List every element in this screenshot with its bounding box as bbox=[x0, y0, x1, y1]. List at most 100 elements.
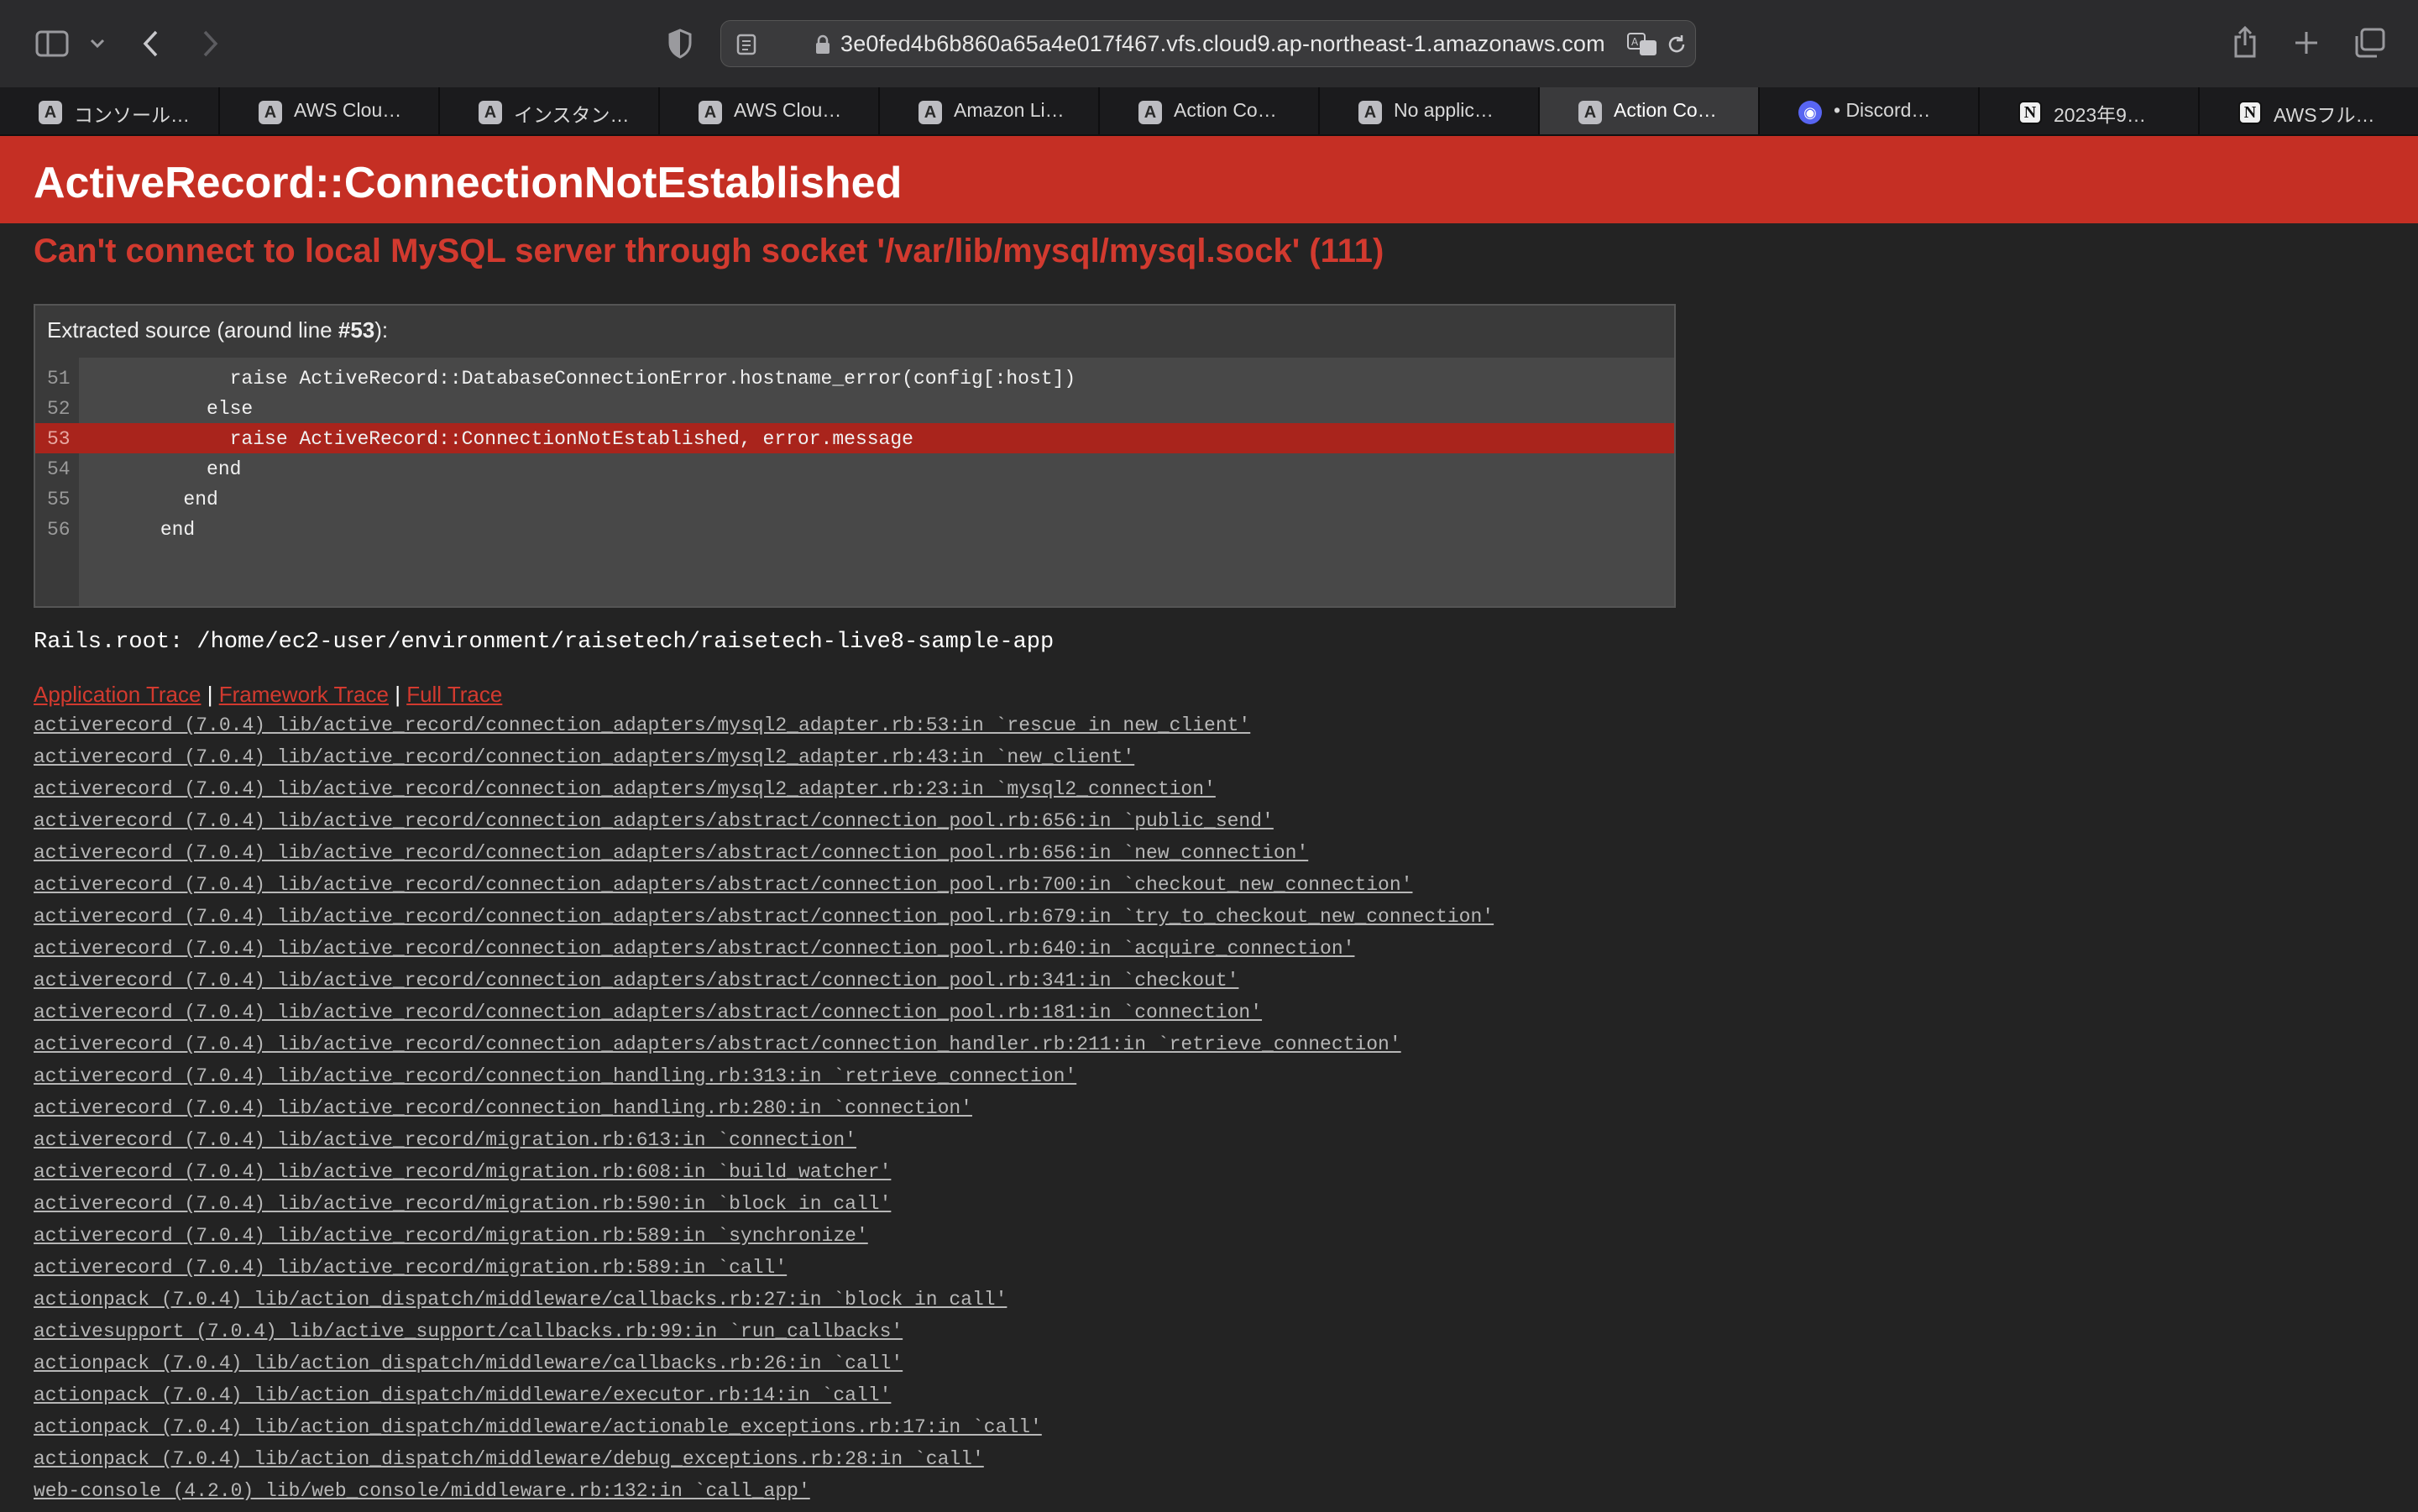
address-bar[interactable]: 3e0fed4b6b860a65a4e017f467.vfs.cloud9.ap… bbox=[720, 20, 1696, 67]
trace-link[interactable]: activerecord (7.0.4) lib/active_record/c… bbox=[34, 746, 1134, 768]
framework-trace-link[interactable]: Framework Trace bbox=[219, 682, 389, 707]
tab-label: インスタン… bbox=[514, 104, 630, 126]
tab-active[interactable]: A Action Co… bbox=[1540, 87, 1760, 134]
source-title-prefix: Extracted source (around line bbox=[47, 317, 338, 343]
trace-item: activerecord (7.0.4) lib/active_record/c… bbox=[34, 810, 1494, 842]
trace-links: Application Trace | Framework Trace | Fu… bbox=[34, 682, 502, 708]
notion-icon: N bbox=[2238, 101, 2262, 124]
source-line-number: #53 bbox=[338, 317, 375, 343]
trace-item: actionpack (7.0.4) lib/action_dispatch/m… bbox=[34, 1384, 1494, 1416]
tab[interactable]: A No applic… bbox=[1320, 87, 1540, 134]
sidebar-icon[interactable] bbox=[34, 29, 71, 59]
trace-link[interactable]: activerecord (7.0.4) lib/active_record/c… bbox=[34, 1097, 972, 1119]
application-trace-link[interactable]: Application Trace bbox=[34, 682, 201, 707]
tab[interactable]: A AWS Clou… bbox=[220, 87, 440, 134]
tab[interactable]: A Action Co… bbox=[1100, 87, 1320, 134]
trace-item: actionpack (7.0.4) lib/action_dispatch/m… bbox=[34, 1289, 1494, 1321]
trace-item: actionpack (7.0.4) lib/action_dispatch/m… bbox=[34, 1448, 1494, 1480]
tab-overview-icon[interactable] bbox=[2353, 27, 2386, 59]
trace-item: actionpack (7.0.4) lib/action_dispatch/m… bbox=[34, 1416, 1494, 1448]
tab-label: Amazon Li… bbox=[954, 99, 1065, 121]
tab-bar: A コンソール… A AWS Clou… A インスタン… A AWS Clou… AA… bbox=[0, 87, 2418, 136]
trace-list: activerecord (7.0.4) lib/active_record/c… bbox=[34, 714, 1494, 1512]
trace-link[interactable]: activerecord (7.0.4) lib/active_record/m… bbox=[34, 1129, 856, 1151]
tab[interactable]: A コンソール… bbox=[0, 87, 220, 134]
code-line: 51 raise ActiveRecord::DatabaseConnectio… bbox=[35, 363, 1674, 393]
trace-item: activerecord (7.0.4) lib/active_record/c… bbox=[34, 1097, 1494, 1129]
share-icon[interactable] bbox=[2230, 24, 2260, 60]
notion-icon: N bbox=[2018, 101, 2042, 124]
tab-label: AWS Clou… bbox=[294, 99, 402, 121]
trace-item: activerecord (7.0.4) lib/active_record/m… bbox=[34, 1193, 1494, 1225]
code-line: 54 end bbox=[35, 453, 1674, 484]
trace-item: activerecord (7.0.4) lib/active_record/c… bbox=[34, 906, 1494, 938]
aws-tab-icon: A bbox=[259, 101, 282, 124]
trace-link[interactable]: activerecord (7.0.4) lib/active_record/c… bbox=[34, 1002, 1262, 1023]
rails-root: Rails.root: /home/ec2-user/environment/r… bbox=[34, 630, 1055, 655]
aws-tab-icon: A bbox=[479, 101, 502, 124]
aws-tab-icon: A bbox=[39, 101, 62, 124]
browser-toolbar: 3e0fed4b6b860a65a4e017f467.vfs.cloud9.ap… bbox=[0, 0, 2418, 87]
trace-link[interactable]: activesupport (7.0.4) lib/active_support… bbox=[34, 1321, 903, 1342]
extracted-source: Extracted source (around line #53): 51 r… bbox=[34, 304, 1676, 608]
trace-link[interactable]: activerecord (7.0.4) lib/active_record/c… bbox=[34, 970, 1238, 991]
code-text: raise ActiveRecord::ConnectionNotEstabli… bbox=[91, 428, 913, 450]
trace-link[interactable]: activerecord (7.0.4) lib/active_record/c… bbox=[34, 714, 1250, 736]
tab[interactable]: ◉ • Discord… bbox=[1760, 87, 1980, 134]
reader-icon[interactable] bbox=[735, 33, 758, 56]
trace-link[interactable]: actionpack (7.0.4) lib/action_dispatch/m… bbox=[34, 1352, 903, 1374]
trace-link[interactable]: actionpack (7.0.4) lib/action_dispatch/m… bbox=[34, 1289, 1007, 1311]
trace-link[interactable]: activerecord (7.0.4) lib/active_record/m… bbox=[34, 1225, 868, 1247]
tab[interactable]: A インスタン… bbox=[440, 87, 660, 134]
trace-link[interactable]: actionpack (7.0.4) lib/action_dispatch/m… bbox=[34, 1384, 891, 1406]
chevron-down-icon[interactable] bbox=[87, 32, 107, 55]
tab[interactable]: N 2023年9… bbox=[1980, 87, 2200, 134]
trace-link[interactable]: activerecord (7.0.4) lib/active_record/c… bbox=[34, 874, 1412, 896]
trace-link[interactable]: activerecord (7.0.4) lib/active_record/c… bbox=[34, 1065, 1076, 1087]
trace-item: web-console (4.2.0) lib/web_console/midd… bbox=[34, 1480, 1494, 1512]
back-icon[interactable] bbox=[138, 27, 163, 60]
tab[interactable]: A Amazon Li… bbox=[880, 87, 1100, 134]
svg-text:A: A bbox=[1631, 36, 1639, 48]
trace-link[interactable]: web-console (4.2.0) lib/web_console/midd… bbox=[34, 1480, 810, 1502]
trace-item: activerecord (7.0.4) lib/active_record/m… bbox=[34, 1257, 1494, 1289]
url-text[interactable]: 3e0fed4b6b860a65a4e017f467.vfs.cloud9.ap… bbox=[840, 31, 1613, 57]
trace-link[interactable]: activerecord (7.0.4) lib/active_record/m… bbox=[34, 1193, 891, 1215]
full-trace-link[interactable]: Full Trace bbox=[406, 682, 502, 707]
trace-link[interactable]: actionpack (7.0.4) lib/action_dispatch/m… bbox=[34, 1448, 984, 1470]
aws-tab-icon: A bbox=[1138, 101, 1162, 124]
trace-item: activerecord (7.0.4) lib/active_record/m… bbox=[34, 1129, 1494, 1161]
code-line: 55 end bbox=[35, 484, 1674, 514]
tab[interactable]: A AWS Clou… bbox=[660, 87, 880, 134]
trace-item: activerecord (7.0.4) lib/active_record/c… bbox=[34, 714, 1494, 746]
privacy-shield-icon[interactable] bbox=[665, 27, 695, 60]
new-tab-icon[interactable] bbox=[2292, 29, 2321, 57]
trace-link[interactable]: activerecord (7.0.4) lib/active_record/c… bbox=[34, 842, 1308, 864]
lock-icon bbox=[814, 33, 832, 56]
trace-link[interactable]: activerecord (7.0.4) lib/active_record/c… bbox=[34, 938, 1354, 960]
translate-icon[interactable]: A bbox=[1626, 31, 1660, 58]
tab-label: コンソール… bbox=[74, 104, 190, 126]
trace-item: activerecord (7.0.4) lib/active_record/c… bbox=[34, 1002, 1494, 1033]
trace-link[interactable]: activerecord (7.0.4) lib/active_record/m… bbox=[34, 1257, 787, 1279]
trace-separator: | bbox=[395, 682, 400, 707]
trace-link[interactable]: activerecord (7.0.4) lib/active_record/c… bbox=[34, 1033, 1401, 1055]
source-title: Extracted source (around line #53): bbox=[47, 317, 388, 343]
trace-link[interactable]: activerecord (7.0.4) lib/active_record/c… bbox=[34, 810, 1274, 832]
line-number: 54 bbox=[47, 458, 71, 480]
forward-icon[interactable] bbox=[198, 27, 223, 60]
tab-label: 2023年9… bbox=[2054, 104, 2146, 126]
trace-link[interactable]: activerecord (7.0.4) lib/active_record/c… bbox=[34, 778, 1216, 800]
tab-label: No applic… bbox=[1394, 99, 1494, 121]
trace-link[interactable]: activerecord (7.0.4) lib/active_record/m… bbox=[34, 1161, 891, 1183]
line-number: 53 bbox=[47, 428, 71, 450]
tab[interactable]: N AWSフル… bbox=[2200, 87, 2418, 134]
error-title: ActiveRecord::ConnectionNotEstablished bbox=[34, 159, 903, 207]
line-number: 51 bbox=[47, 368, 71, 390]
trace-link[interactable]: actionpack (7.0.4) lib/action_dispatch/m… bbox=[34, 1416, 1042, 1438]
trace-item: actionpack (7.0.4) lib/action_dispatch/m… bbox=[34, 1352, 1494, 1384]
code-text: end bbox=[91, 489, 218, 510]
reload-icon[interactable] bbox=[1663, 31, 1690, 58]
trace-link[interactable]: activerecord (7.0.4) lib/active_record/c… bbox=[34, 906, 1494, 928]
tab-label: Action Co… bbox=[1614, 99, 1717, 121]
